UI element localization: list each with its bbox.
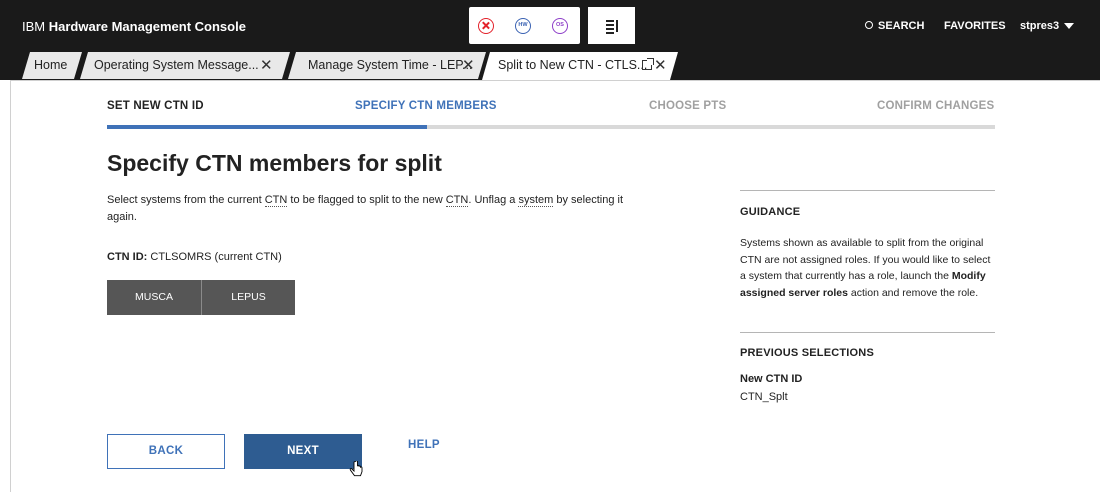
user-name: stpres3	[1020, 20, 1060, 32]
top-bar: IBM Hardware Management Console HW OS SE…	[0, 0, 1100, 80]
favorites-button[interactable]: FAVORITES	[944, 20, 1006, 32]
page-description: Select systems from the current CTN to b…	[107, 192, 642, 226]
tab-label: Operating System Message...	[94, 58, 259, 72]
error-icon[interactable]	[478, 18, 494, 34]
close-icon[interactable]: ✕	[654, 52, 667, 79]
tab-split-to-new-ctn[interactable]: Split to New CTN - CTLS... ✕	[482, 52, 678, 80]
ctn-term: CTN	[445, 194, 469, 207]
step-choose-pts: CHOOSE PTS	[649, 100, 727, 112]
status-icons-group: HW OS	[469, 7, 580, 44]
desc-text: to be flagged to split to the new	[287, 194, 446, 206]
system-button-lepus[interactable]: LEPUS	[201, 280, 295, 315]
close-icon[interactable]: ✕	[462, 52, 475, 79]
hardware-messages-icon[interactable]: HW	[515, 18, 531, 34]
new-ctn-id-label: New CTN ID	[740, 373, 803, 385]
system-button-musca[interactable]: MUSCA	[107, 280, 201, 315]
ctn-term: CTN	[264, 194, 288, 207]
system-selector: MUSCA LEPUS	[107, 280, 295, 315]
tab-home[interactable]: Home	[22, 52, 82, 79]
help-link[interactable]: HELP	[408, 438, 440, 452]
ctn-id: CTN ID: CTLSOMRS (current CTN)	[107, 251, 282, 263]
user-menu[interactable]: stpres3	[1020, 20, 1075, 32]
desc-text: . Unflag a	[468, 194, 519, 206]
step-confirm-changes: CONFIRM CHANGES	[877, 100, 995, 112]
popout-icon[interactable]	[642, 60, 652, 70]
tab-operating-system-messages[interactable]: Operating System Message... ✕	[80, 52, 290, 79]
close-icon[interactable]: ✕	[260, 52, 273, 79]
guidance-text: Systems shown as available to split from…	[740, 235, 998, 301]
progress-bar	[107, 125, 995, 129]
guidance-text-part: action and remove the role.	[847, 286, 979, 299]
new-ctn-id-value: CTN_Splt	[740, 391, 788, 403]
tab-manage-system-time[interactable]: Manage System Time - LEP... ✕	[288, 52, 486, 79]
search-icon	[865, 21, 873, 29]
divider	[740, 190, 995, 191]
progress-fill	[107, 125, 427, 129]
tab-label: Split to New CTN - CTLS...	[498, 58, 648, 72]
brand-prefix: IBM	[22, 19, 49, 34]
guidance-title: GUIDANCE	[740, 206, 801, 218]
task-list-icon[interactable]	[588, 7, 635, 44]
ctn-id-label: CTN ID:	[107, 251, 148, 263]
app-title: IBM Hardware Management Console	[22, 19, 246, 34]
search-button[interactable]: SEARCH	[865, 20, 924, 32]
next-button[interactable]: NEXT	[244, 434, 362, 469]
step-set-new-ctn-id[interactable]: SET NEW CTN ID	[107, 100, 204, 112]
hand-cursor-icon	[349, 461, 363, 477]
os-messages-icon[interactable]: OS	[552, 18, 568, 34]
desc-text: Select systems from the current	[107, 194, 265, 206]
brand-name: Hardware Management Console	[48, 19, 246, 34]
previous-selections-title: PREVIOUS SELECTIONS	[740, 347, 874, 359]
ctn-id-value: CTLSOMRS (current CTN)	[147, 251, 282, 263]
back-button[interactable]: BACK	[107, 434, 225, 469]
tab-label: Home	[34, 58, 68, 72]
page-title: Specify CTN members for split	[107, 150, 442, 176]
tab-label: Manage System Time - LEP...	[308, 58, 473, 72]
system-term: system	[518, 194, 554, 207]
chevron-down-icon	[1064, 23, 1075, 29]
divider	[740, 332, 995, 333]
step-specify-ctn-members[interactable]: SPECIFY CTN MEMBERS	[355, 100, 497, 112]
search-label: SEARCH	[878, 20, 925, 32]
